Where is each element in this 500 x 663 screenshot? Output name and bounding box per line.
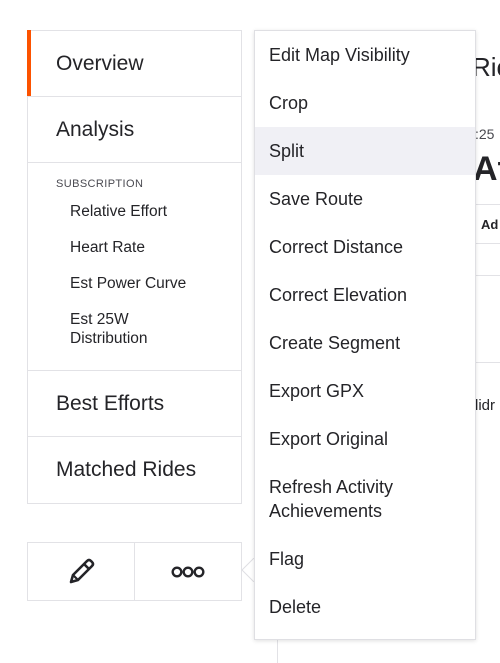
menu-item-export-gpx[interactable]: Export GPX [255,367,475,415]
menu-item-correct-elevation[interactable]: Correct Elevation [255,271,475,319]
activity-time-fragment: :25 [475,126,495,142]
more-options-menu: Edit Map Visibility Crop Split Save Rout… [254,30,476,640]
nav-item-est-25w-distribution[interactable]: Est 25W Distribution [28,310,184,348]
menu-item-save-route[interactable]: Save Route [255,175,475,223]
activity-actions [27,542,242,601]
divider [277,639,278,663]
divider [476,275,500,276]
menu-item-edit-map-visibility[interactable]: Edit Map Visibility [255,31,475,79]
menu-caret-icon [241,558,254,582]
menu-item-flag[interactable]: Flag [255,535,475,583]
nav-item-analysis[interactable]: Analysis [28,97,241,163]
activity-name-fragment: Af [473,150,500,188]
activity-header-fragment: Ric [472,52,500,82]
divider [476,362,500,363]
menu-item-refresh-activity-achievements[interactable]: Refresh Activity Achievements [255,463,475,535]
pencil-icon [69,558,95,583]
menu-item-correct-distance[interactable]: Correct Distance [255,223,475,271]
subscription-heading: SUBSCRIPTION [56,178,144,190]
activity-description-fragment: lidr [475,397,496,414]
nav-item-best-efforts[interactable]: Best Efforts [28,371,241,437]
nav-item-matched-rides[interactable]: Matched Rides [28,437,241,503]
menu-item-crop[interactable]: Crop [255,79,475,127]
nav-item-relative-effort[interactable]: Relative Effort [28,202,241,221]
divider [476,204,500,205]
nav-item-overview[interactable]: Overview [27,30,241,97]
activity-sidebar-nav: Overview Analysis SUBSCRIPTION Relative … [27,30,242,504]
menu-item-split[interactable]: Split [255,127,475,175]
more-options-icon [171,565,205,578]
menu-item-export-original[interactable]: Export Original [255,415,475,463]
menu-item-create-segment[interactable]: Create Segment [255,319,475,367]
divider [476,243,500,244]
add-button-fragment[interactable]: Ad [481,217,498,232]
subscription-section: SUBSCRIPTION Relative Effort Heart Rate … [28,163,241,371]
edit-activity-button[interactable] [28,543,134,600]
more-options-button[interactable] [134,543,241,600]
nav-item-est-power-curve[interactable]: Est Power Curve [28,274,241,293]
menu-item-delete[interactable]: Delete [255,583,475,631]
nav-item-heart-rate[interactable]: Heart Rate [28,238,241,257]
